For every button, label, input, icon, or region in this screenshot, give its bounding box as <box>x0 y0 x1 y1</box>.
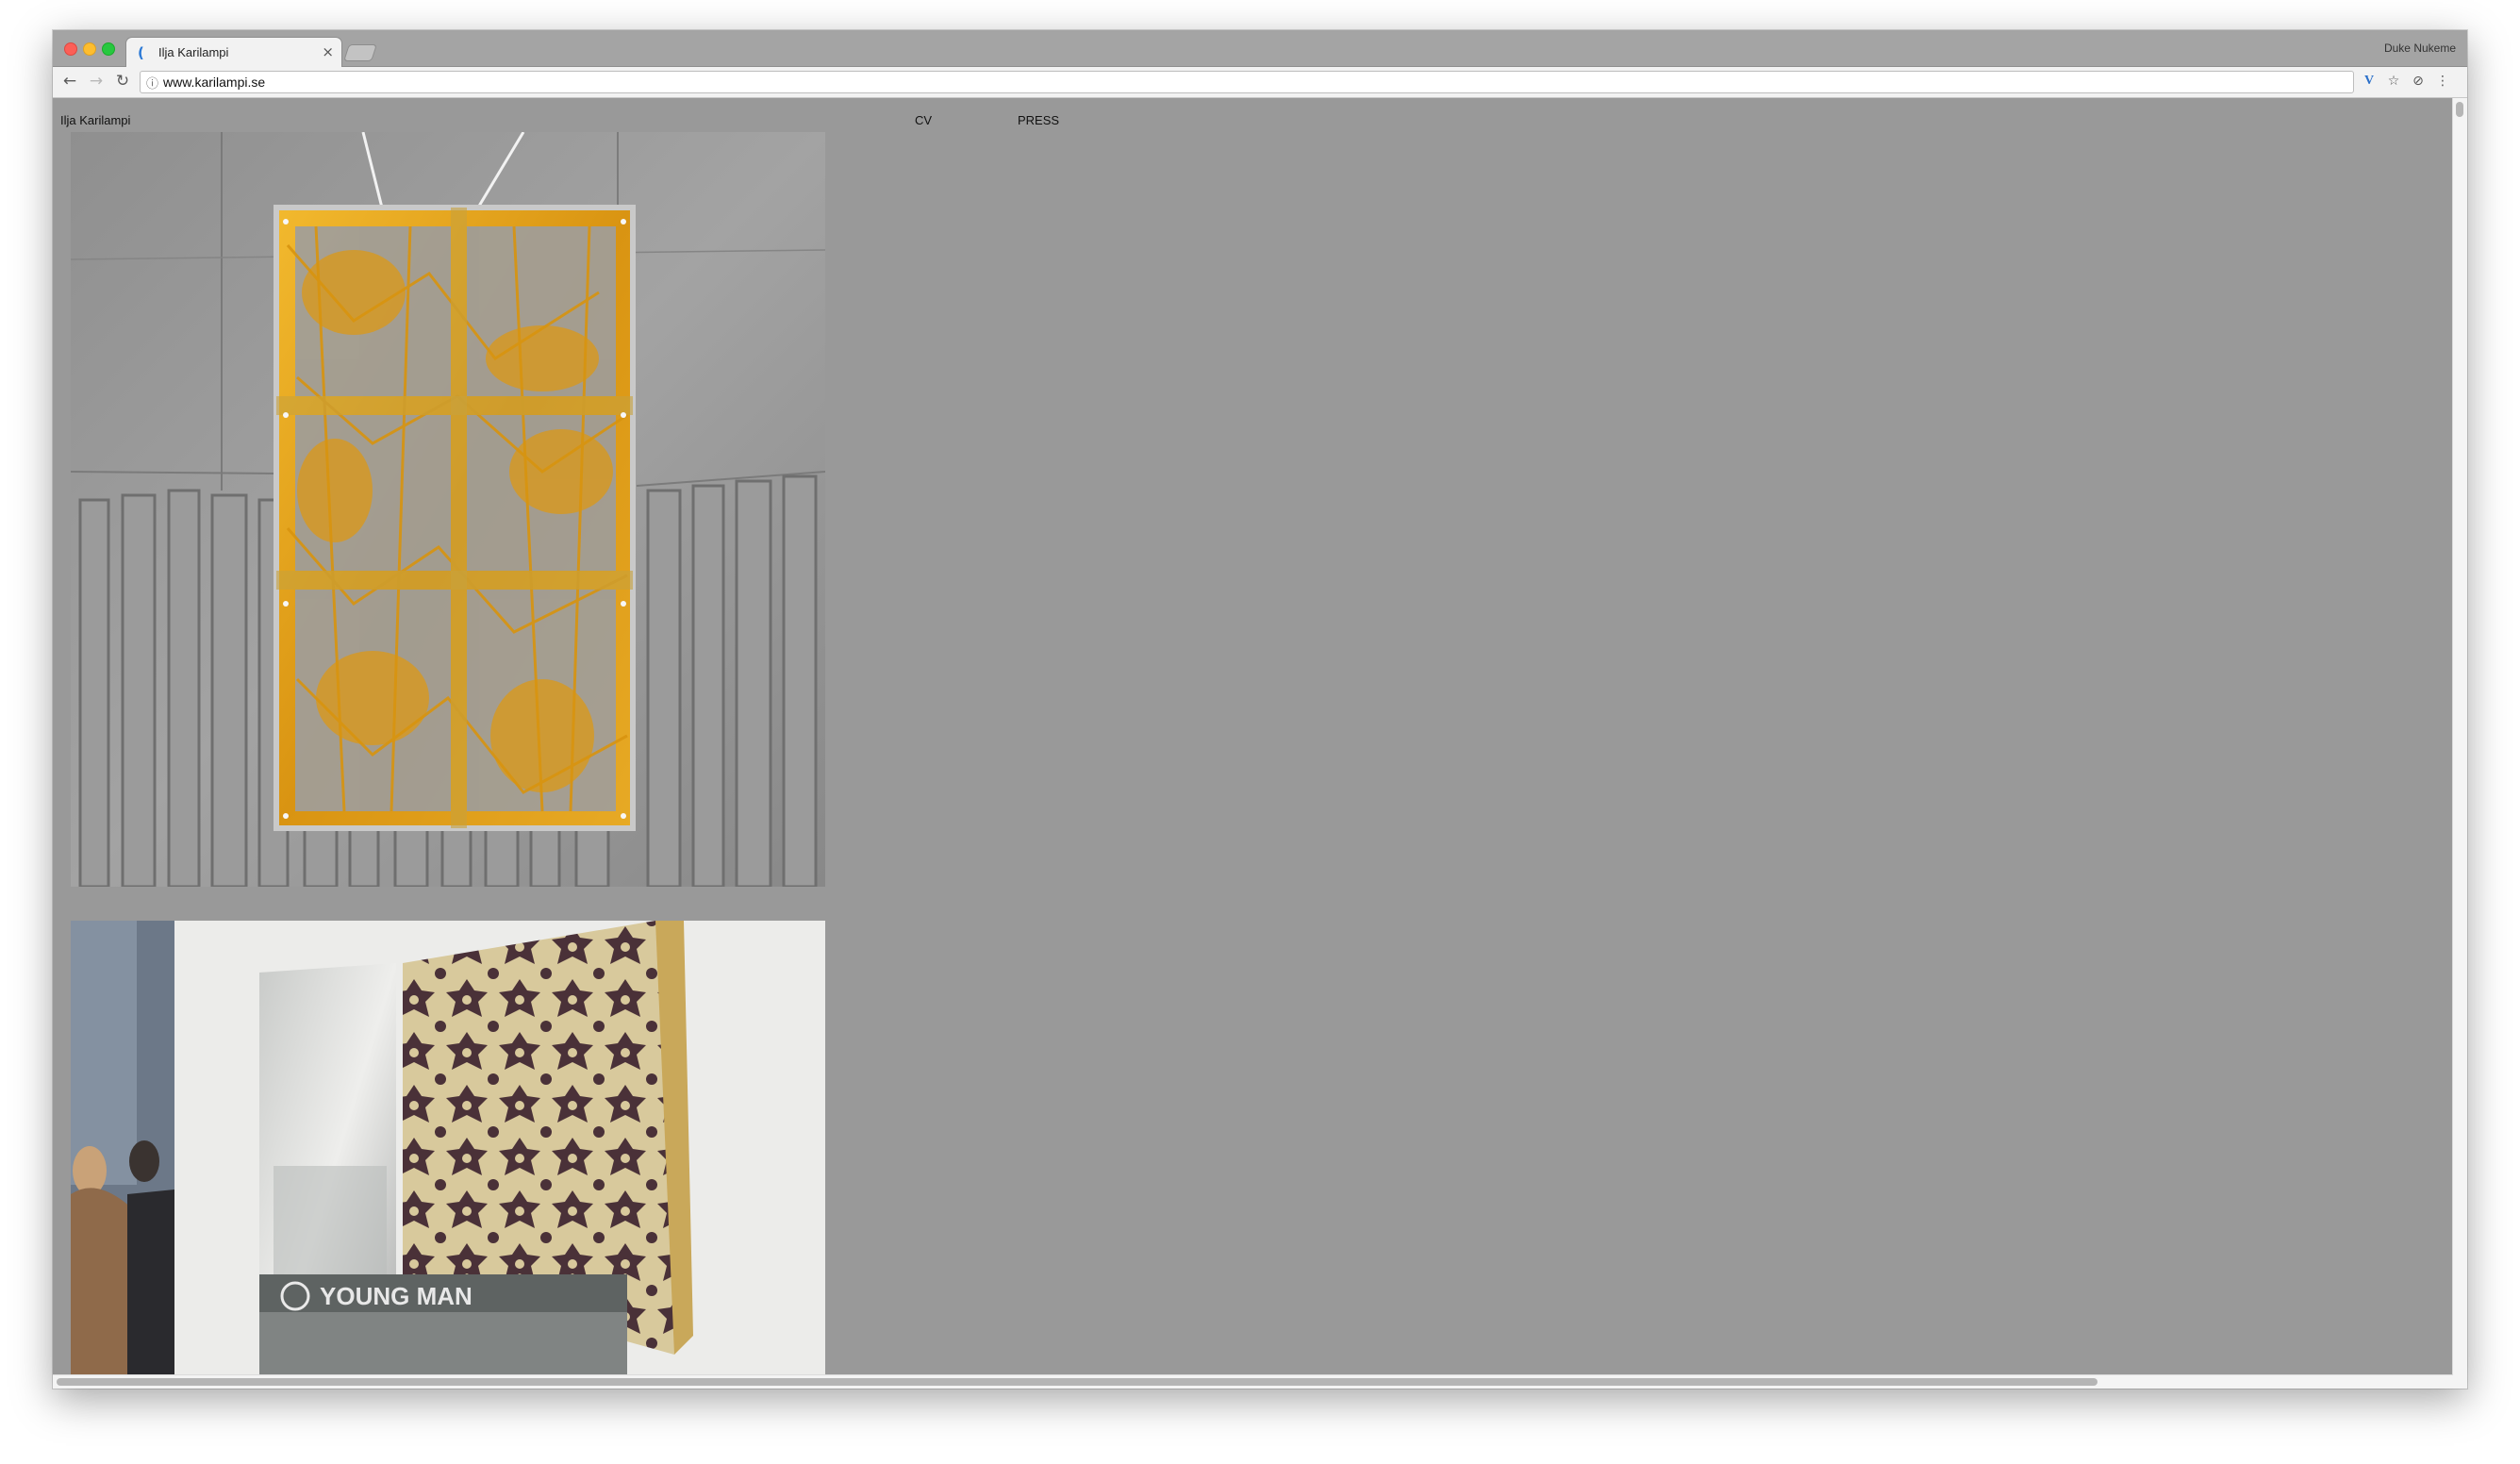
extension-shield-icon[interactable]: ⊘ <box>2409 72 2428 91</box>
vertical-scrollbar[interactable] <box>2452 98 2467 1374</box>
tab-close-icon[interactable]: × <box>322 43 334 60</box>
menu-icon[interactable]: ⋮ <box>2433 72 2452 91</box>
favicon-icon: ( <box>138 44 144 61</box>
active-tab[interactable]: ( Ilja Karilampi × <box>126 38 341 67</box>
vertical-scroll-thumb[interactable] <box>2456 102 2463 117</box>
nav-link-cv[interactable]: CV <box>915 113 932 127</box>
artwork-image-2[interactable]: YOUNG MAN <box>71 921 825 1374</box>
browser-titlebar: ( Ilja Karilampi × Duke Nukeme <box>53 30 2467 67</box>
page-content: Ilja Karilampi CV PRESS YOUNG MAN <box>53 98 2453 1374</box>
horizontal-scrollbar[interactable] <box>53 1374 2453 1389</box>
horizontal-scroll-thumb[interactable] <box>57 1378 2097 1386</box>
new-tab-button[interactable] <box>344 45 376 60</box>
url-text[interactable]: www.karilampi.se <box>163 75 265 90</box>
address-bar[interactable]: ⓘ www.karilampi.se <box>140 71 2354 93</box>
tab-title: Ilja Karilampi <box>158 45 229 59</box>
maximize-window-button[interactable] <box>102 42 115 56</box>
back-arrow-icon[interactable]: ← <box>58 70 81 92</box>
bookmark-star-icon[interactable]: ☆ <box>2384 72 2403 91</box>
minimize-window-button[interactable] <box>83 42 96 56</box>
yellow-grid-sculpture-photo-icon <box>71 132 825 887</box>
reload-icon[interactable]: ↻ <box>111 70 134 92</box>
young-man-caption: YOUNG MAN <box>320 1282 472 1310</box>
site-title[interactable]: Ilja Karilampi <box>60 113 130 127</box>
info-icon[interactable]: ⓘ <box>146 74 158 92</box>
nav-link-press[interactable]: PRESS <box>1018 113 1059 127</box>
extension-v-icon[interactable]: V <box>2360 72 2379 91</box>
young-man-fabric-installation-photo-icon: YOUNG MAN <box>71 921 825 1374</box>
browser-window: ( Ilja Karilampi × Duke Nukeme ← → ↻ ⓘ w… <box>53 30 2467 1389</box>
close-window-button[interactable] <box>64 42 77 56</box>
browser-toolbar: ← → ↻ ⓘ www.karilampi.se V ☆ ⊘ ⋮ <box>53 67 2467 98</box>
profile-name[interactable]: Duke Nukeme <box>2384 42 2456 55</box>
scroll-corner <box>2453 1374 2467 1389</box>
forward-arrow-icon[interactable]: → <box>85 70 108 92</box>
artwork-image-1[interactable] <box>71 132 825 887</box>
